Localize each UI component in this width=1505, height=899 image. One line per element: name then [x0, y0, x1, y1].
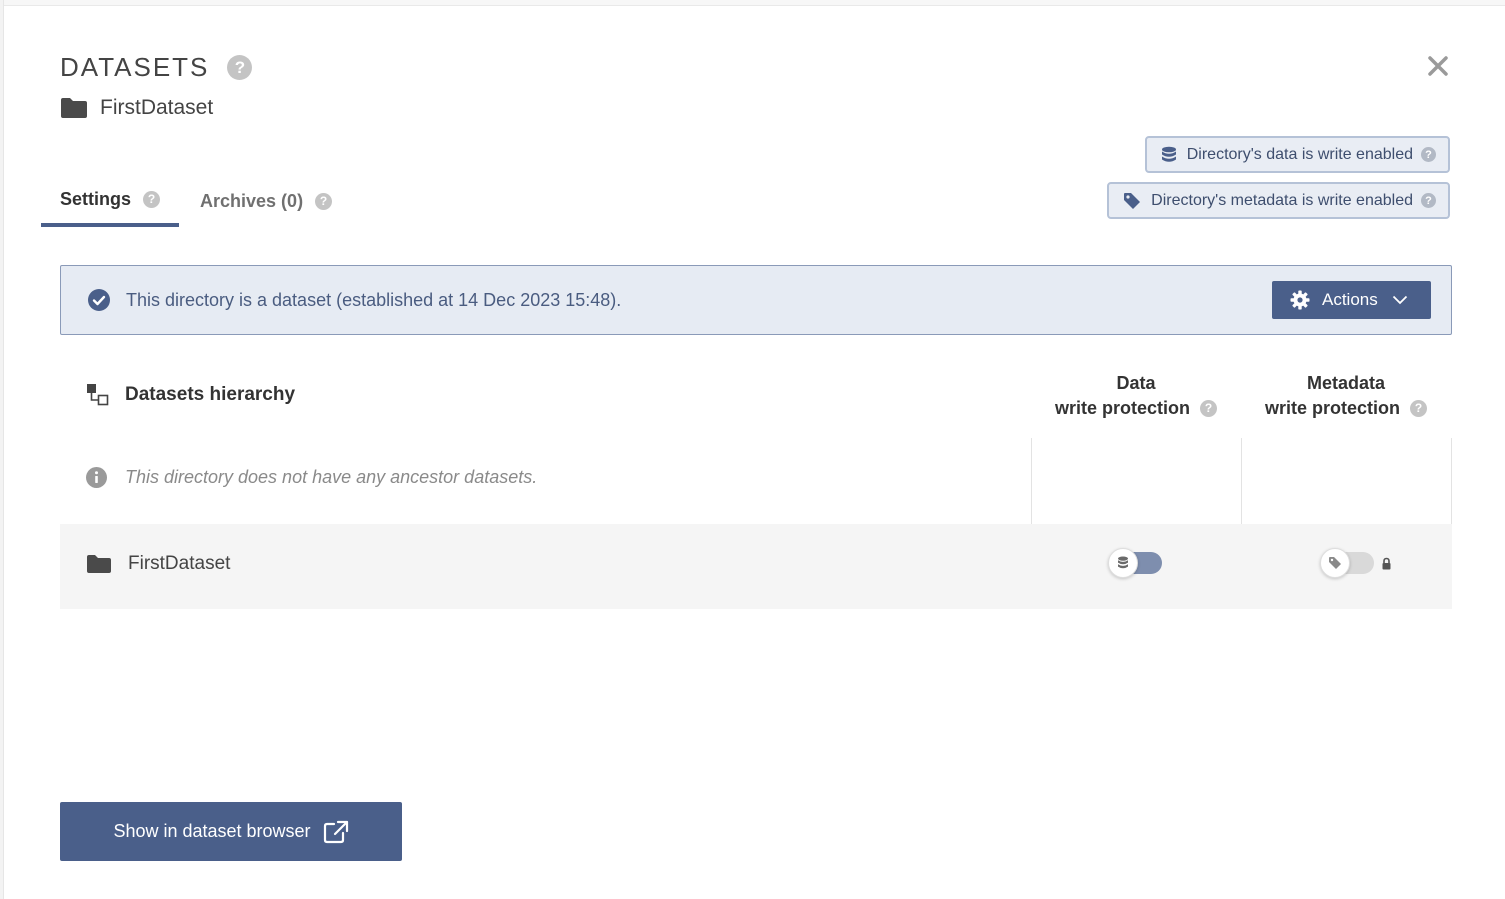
tab-archives-label: Archives (0)	[200, 190, 304, 211]
help-icon[interactable]: ?	[315, 192, 333, 210]
datasets-hierarchy-heading: Datasets hierarchy	[86, 383, 295, 406]
data-protection-column-header: Data write protection ?	[1031, 371, 1241, 421]
metadata-protection-column-header: Metadata write protection ?	[1241, 371, 1451, 421]
tab-archives[interactable]: Archives (0) ?	[179, 175, 351, 227]
datasets-hierarchy-title: Datasets hierarchy	[125, 383, 296, 405]
no-ancestors-text: This directory does not have any ancesto…	[125, 467, 538, 487]
show-in-dataset-browser-label: Show in dataset browser	[113, 821, 311, 841]
dataset-subtitle: FirstDataset	[60, 96, 213, 120]
help-icon[interactable]: ?	[1421, 147, 1436, 162]
help-icon[interactable]: ?	[1200, 400, 1217, 417]
metadata-write-status-badge[interactable]: Directory's metadata is write enabled ?	[1107, 182, 1450, 219]
data-protection-header-line2: write protection	[1054, 398, 1190, 418]
table-row: FirstDataset	[60, 524, 1452, 609]
actions-label: Actions	[1322, 290, 1378, 309]
tag-icon	[1123, 192, 1141, 210]
no-ancestors-info: This directory does not have any ancesto…	[86, 467, 537, 488]
database-icon	[1108, 548, 1138, 578]
dataset-status-alert: This directory is a dataset (established…	[60, 265, 1452, 335]
metadata-protection-header-line1: Metadata	[1306, 373, 1386, 393]
data-write-status-label: Directory's data is write enabled	[1186, 145, 1413, 163]
close-icon[interactable]	[1424, 52, 1452, 80]
dataset-name-cell: FirstDataset	[86, 553, 230, 575]
chevron-down-icon	[1392, 295, 1408, 305]
lock-icon	[1381, 557, 1392, 570]
page-title-text: DATASETS	[60, 52, 210, 82]
gear-icon	[1290, 290, 1310, 310]
dataset-name: FirstDataset	[128, 553, 231, 574]
folder-icon	[87, 555, 111, 573]
metadata-write-status-label: Directory's metadata is write enabled	[1151, 191, 1413, 209]
backdrop-left	[0, 0, 4, 899]
dataset-subtitle-text: FirstDataset	[100, 96, 214, 119]
data-protection-header-line1: Data	[1116, 373, 1156, 393]
hierarchy-icon	[86, 383, 109, 406]
tab-bar: Settings ? Archives (0) ?	[41, 175, 351, 227]
page-title: DATASETS ?	[60, 52, 253, 83]
metadata-protection-header-line2: write protection	[1264, 398, 1400, 418]
check-circle-icon	[88, 289, 110, 311]
actions-dropdown-button[interactable]: Actions	[1272, 281, 1431, 319]
data-write-protection-toggle[interactable]	[1108, 548, 1162, 578]
help-icon[interactable]: ?	[143, 190, 161, 208]
help-icon[interactable]: ?	[1410, 400, 1427, 417]
database-icon	[1161, 146, 1177, 164]
info-icon	[86, 467, 107, 488]
tag-icon	[1320, 548, 1350, 578]
help-icon[interactable]: ?	[1421, 193, 1436, 208]
dataset-status-text: This directory is a dataset (established…	[126, 289, 622, 310]
help-icon[interactable]: ?	[227, 55, 253, 80]
metadata-write-protection-toggle[interactable]	[1320, 548, 1374, 578]
show-in-dataset-browser-button[interactable]: Show in dataset browser	[60, 802, 402, 861]
backdrop-top	[0, 0, 1505, 6]
external-link-icon	[323, 820, 349, 844]
folder-icon	[61, 98, 87, 118]
data-write-status-badge[interactable]: Directory's data is write enabled ?	[1144, 136, 1450, 173]
tab-settings[interactable]: Settings ?	[41, 175, 180, 227]
tab-settings-label: Settings	[60, 188, 132, 209]
